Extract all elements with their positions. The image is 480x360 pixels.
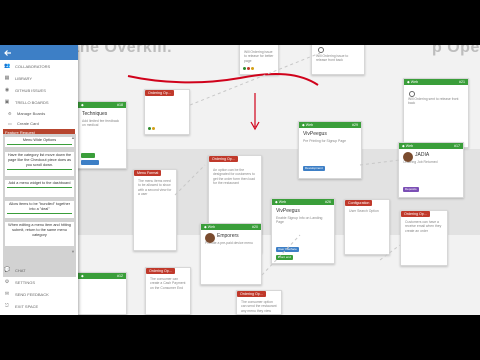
card-label-bar — [7, 213, 72, 214]
sidebar-item-collaborators[interactable]: 👥 COLLABORATORS — [0, 60, 78, 72]
connector-dashed — [359, 159, 401, 166]
feature-request-text: Have the category list move down the pag… — [7, 153, 72, 167]
feature-request-text: When editing a menu item and hitting sub… — [8, 223, 71, 237]
chat-icon: 💬 — [4, 267, 11, 273]
sidebar-item-label: EXIT SPACE — [15, 303, 39, 309]
sidebar-item-label: GITHUB ISSUES — [15, 87, 46, 93]
sidebar-item-chat[interactable]: 💬 CHAT — [0, 264, 78, 276]
feature-request-item[interactable]: Allow items to be "bundled" together int… — [5, 201, 74, 218]
feature-request-item[interactable]: When editing a menu item and hitting sub… — [5, 222, 74, 246]
sidebar-subitem-label: Manage Boards — [17, 110, 46, 116]
feature-request-item[interactable]: Have the category list move down the pag… — [5, 152, 74, 176]
sidebar-item-library[interactable]: ▦ LIBRARY — [0, 72, 78, 84]
sidebar-item-label: SEND FEEDBACK — [15, 291, 49, 297]
arrow-left-icon — [4, 49, 11, 56]
people-icon: 👥 — [4, 63, 11, 69]
library-icon: ▦ — [4, 75, 10, 81]
back-button[interactable] — [0, 45, 78, 60]
sidebar-item-label: TRELLO BOARDS — [15, 99, 49, 105]
letterbox-bottom — [0, 315, 480, 360]
sidebar-item-exit-space[interactable]: ⎋ EXIT SPACE — [0, 300, 78, 312]
letterbox-top — [0, 0, 480, 45]
card-label-bar — [7, 169, 72, 170]
sidebar-item-settings[interactable]: ⚙ SETTINGS — [0, 276, 78, 288]
connector-dashed — [261, 234, 301, 276]
feature-request-text: Add a menu widget to the dashboard — [8, 181, 71, 185]
sidebar-item-label: COLLABORATORS — [15, 63, 51, 69]
gear-icon: ⚙ — [4, 279, 10, 285]
sidebar-item-github-issues[interactable]: ◉ GITHUB ISSUES — [0, 84, 78, 96]
feature-request-text: Allow items to be "bundled" together int… — [9, 202, 70, 211]
sidebar-item-label: CHAT — [15, 267, 26, 273]
sidebar-subitem-create-card[interactable]: ▭ Create Card — [0, 118, 78, 128]
sidebar-subitem-label: Create Card — [17, 120, 39, 126]
annotation-red-curve — [127, 72, 319, 86]
feature-request-text: Menu Wide Options — [22, 138, 57, 142]
sidebar-item-send-feedback[interactable]: ✉ SEND FEEDBACK — [0, 288, 78, 300]
scroll-down-icon[interactable]: ▼ — [71, 250, 75, 254]
feature-request-panel: Menu Wide Options Have the category list… — [3, 134, 76, 277]
card-label-bar — [7, 144, 72, 145]
connector-dashed — [379, 244, 401, 261]
trello-icon: ▣ — [4, 99, 10, 105]
github-icon: ◉ — [4, 87, 10, 93]
feedback-icon: ✉ — [4, 291, 10, 297]
feature-request-item[interactable]: Add a menu widget to the dashboard — [5, 180, 74, 197]
exit-icon: ⎋ — [5, 303, 9, 309]
sidebar-subitem-manage-boards[interactable]: ⚙ Manage Boards — [0, 108, 78, 118]
card-label-bar — [7, 187, 72, 188]
sidebar-item-trello-boards[interactable]: ▣ TRELLO BOARDS — [0, 96, 78, 108]
gear-icon: ⚙ — [8, 110, 12, 116]
feature-request-item[interactable]: Menu Wide Options — [5, 137, 74, 147]
card-icon: ▭ — [8, 120, 12, 126]
connector-dashed — [174, 164, 206, 196]
sidebar: 👥 COLLABORATORS ▦ LIBRARY ◉ GITHUB ISSUES ▣… — [0, 45, 78, 315]
sidebar-item-label: LIBRARY — [15, 75, 33, 81]
sidebar-item-label: SETTINGS — [15, 279, 36, 285]
scroll-up-icon[interactable]: ▲ — [71, 136, 75, 140]
